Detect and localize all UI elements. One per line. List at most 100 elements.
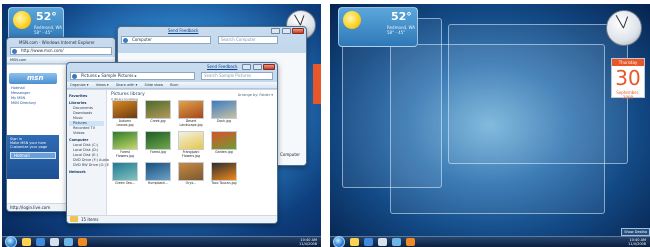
computer-address-bar[interactable]: Computer bbox=[121, 36, 211, 44]
player-taskbar-icon[interactable] bbox=[78, 238, 87, 246]
picture-thumbnail-image bbox=[211, 100, 237, 119]
weather-range: 58° - 45° bbox=[387, 30, 406, 35]
explorer-taskbar-icon[interactable] bbox=[350, 238, 359, 246]
picture-thumbnail[interactable]: Autumn Leaves.jpg bbox=[111, 100, 139, 127]
calendar-gadget[interactable]: Thursday 30 September, 2008 bbox=[611, 58, 645, 100]
picture-thumbnail-image bbox=[145, 131, 171, 150]
tray-date: 11/4/2008 bbox=[299, 242, 317, 246]
system-tray-clock[interactable]: 10:40 AM 11/4/2008 bbox=[628, 238, 646, 246]
computer-titlebar[interactable]: Send Feedback bbox=[118, 27, 306, 36]
weather-gadget[interactable]: 52° Redmond, WA 58° - 45° bbox=[338, 7, 418, 47]
picture-thumbnail-image bbox=[112, 162, 138, 181]
player-taskbar-icon[interactable] bbox=[406, 238, 415, 246]
pictures-address-bar[interactable]: Pictures ▸ Sample Pictures ▸ bbox=[70, 72, 195, 80]
ie-taskbar-icon[interactable] bbox=[36, 238, 45, 246]
msn-page: msn Hotmail Messenger My MSN MSN Directo… bbox=[7, 65, 59, 203]
picture-thumbnail-image bbox=[211, 162, 237, 181]
picture-thumbnail[interactable]: Forest Flowers.jpg bbox=[111, 131, 139, 158]
picture-thumbnail-caption: Dock.jpg bbox=[217, 119, 231, 123]
msn-link-directory[interactable]: MSN Directory bbox=[7, 101, 59, 106]
nav-favorites[interactable]: Favorites bbox=[69, 94, 104, 99]
navigation-pane: Favorites Libraries Documents Downloads … bbox=[67, 90, 109, 223]
ie-taskbar-icon[interactable] bbox=[364, 238, 373, 246]
picture-thumbnail-caption: Desert Landscape.jpg bbox=[179, 119, 203, 127]
weather-temperature: 52° bbox=[36, 10, 57, 23]
picture-thumbnail-image bbox=[112, 100, 138, 119]
start-button[interactable] bbox=[333, 236, 345, 247]
arrange-by: Arrange by: Folder ▾ bbox=[238, 93, 273, 97]
sun-icon bbox=[343, 11, 361, 29]
organize-button[interactable]: Organize ▾ bbox=[70, 83, 89, 87]
left-screenshot: 52° Redmond, WA 58° - 45° MSN.com - Wind… bbox=[2, 4, 321, 247]
sun-icon bbox=[13, 11, 31, 29]
picture-thumbnail-image bbox=[112, 131, 138, 150]
system-tray-clock[interactable]: 10:40 AM 11/4/2008 bbox=[299, 238, 317, 246]
computer-search-input[interactable]: Search Computer bbox=[218, 36, 278, 44]
pictures-search-input[interactable]: Search Sample Pictures bbox=[201, 72, 273, 80]
picture-thumbnail[interactable]: Oryx... bbox=[177, 162, 205, 189]
picture-thumbnail-image bbox=[211, 131, 237, 150]
nav-network[interactable]: Network bbox=[69, 170, 104, 175]
picture-thumbnail[interactable]: Toco Toucan.jpg bbox=[210, 162, 238, 189]
pictures-send-feedback[interactable]: Send Feedback bbox=[207, 64, 237, 69]
weather-gadget[interactable]: 52° Redmond, WA 58° - 45° bbox=[8, 7, 64, 41]
close-button[interactable] bbox=[263, 64, 275, 70]
media-taskbar-icon[interactable] bbox=[392, 238, 401, 246]
ie-tab[interactable]: MSN.com bbox=[10, 58, 26, 62]
picture-thumbnail-image bbox=[178, 162, 204, 181]
close-button[interactable] bbox=[292, 28, 304, 34]
nav-dvd-g[interactable]: DVD RW Drive (G:) E bbox=[69, 163, 109, 168]
picture-thumbnail[interactable]: Desert Landscape.jpg bbox=[177, 100, 205, 127]
picture-thumbnail-image bbox=[145, 162, 171, 181]
picture-thumbnail[interactable]: Green Sea... bbox=[111, 162, 139, 189]
ie-address-bar[interactable]: http://www.msn.com/ bbox=[10, 47, 112, 55]
weather-range: 58° - 45° bbox=[34, 30, 53, 35]
start-button[interactable] bbox=[5, 236, 17, 247]
picture-thumbnail-caption: Frangipani Flowers.jpg bbox=[181, 150, 201, 158]
clock-minute-hand bbox=[294, 14, 301, 26]
slide-show-button[interactable]: Slide show bbox=[144, 83, 163, 87]
nav-videos[interactable]: Videos bbox=[69, 131, 104, 136]
maximize-button[interactable] bbox=[282, 28, 291, 34]
ie-titlebar[interactable]: MSN.com - Windows Internet Explorer bbox=[7, 38, 115, 47]
share-with-button[interactable]: Share with ▾ bbox=[116, 83, 138, 87]
picture-thumbnail-caption: Forest.jpg bbox=[150, 150, 166, 154]
pictures-breadcrumb: Pictures ▸ Sample Pictures ▸ bbox=[81, 73, 137, 78]
picture-thumbnail-caption: Autumn Leaves.jpg bbox=[116, 119, 134, 127]
picture-thumbnail-caption: Toco Toucan.jpg bbox=[211, 181, 237, 185]
picture-thumbnail[interactable]: Forest.jpg bbox=[144, 131, 172, 158]
back-arrow-icon[interactable] bbox=[72, 74, 77, 79]
burn-button[interactable]: Burn bbox=[170, 83, 178, 87]
item-count: 15 items bbox=[81, 217, 99, 222]
picture-thumbnail[interactable]: Frangipani Flowers.jpg bbox=[177, 131, 205, 158]
taskbar: 10:40 AM 11/4/2008 bbox=[330, 236, 650, 247]
pictures-content: Favorites Libraries Documents Downloads … bbox=[67, 90, 277, 223]
tray-date: 11/4/2008 bbox=[628, 242, 646, 246]
hotmail-button[interactable]: Hotmail bbox=[10, 152, 56, 159]
pictures-titlebar[interactable]: Send Feedback bbox=[67, 63, 277, 72]
views-button[interactable]: Views ▾ bbox=[96, 83, 109, 87]
picture-thumbnail[interactable]: Garden.jpg bbox=[210, 131, 238, 158]
clock-gadget[interactable] bbox=[606, 10, 642, 46]
ie-url: http://www.msn.com/ bbox=[21, 48, 64, 53]
picture-thumbnail-image bbox=[145, 100, 171, 119]
minimize-button[interactable] bbox=[271, 28, 280, 34]
picture-thumbnail-caption: Garden.jpg bbox=[215, 150, 233, 154]
pictures-statusbar: 15 items bbox=[67, 215, 277, 223]
maximize-button[interactable] bbox=[253, 64, 262, 70]
explorer-taskbar-icon[interactable] bbox=[22, 238, 31, 246]
picture-thumbnail-caption: Oryx... bbox=[185, 181, 197, 185]
back-arrow-icon[interactable] bbox=[12, 49, 17, 54]
folder-taskbar-icon[interactable] bbox=[50, 238, 59, 246]
ie-title: MSN.com - Windows Internet Explorer bbox=[19, 40, 95, 45]
arrange-by-dropdown[interactable]: Folder ▾ bbox=[259, 93, 273, 97]
computer-send-feedback[interactable]: Send Feedback bbox=[168, 28, 198, 33]
folder-taskbar-icon[interactable] bbox=[378, 238, 387, 246]
back-arrow-icon[interactable] bbox=[123, 38, 128, 43]
picture-thumbnail[interactable]: Creek.jpg bbox=[144, 100, 172, 127]
pictures-window[interactable]: Send Feedback Pictures ▸ Sample Pictures… bbox=[66, 62, 278, 224]
picture-thumbnail[interactable]: Dock.jpg bbox=[210, 100, 238, 127]
picture-thumbnail[interactable]: Humpback... bbox=[144, 162, 172, 189]
minimize-button[interactable] bbox=[242, 64, 251, 70]
media-taskbar-icon[interactable] bbox=[64, 238, 73, 246]
